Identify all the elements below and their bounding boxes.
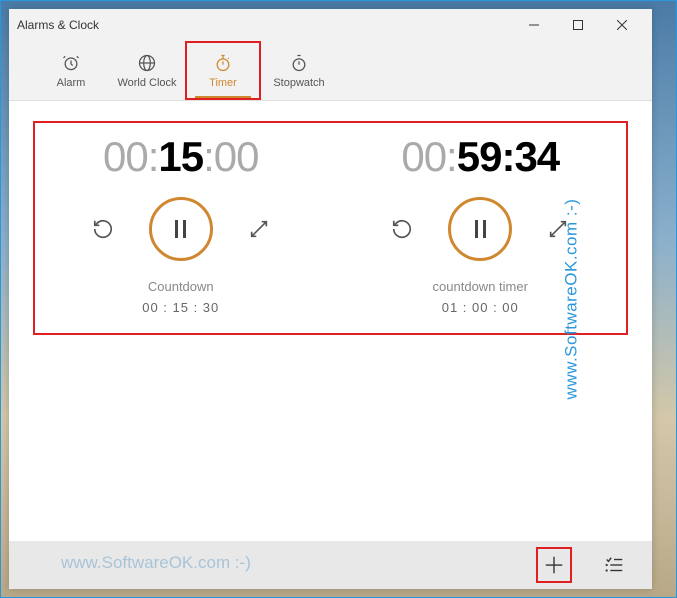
timer-time-display: 00:59:34 <box>401 133 559 181</box>
timer-controls <box>89 197 273 261</box>
time-suffix: :00 <box>203 133 258 180</box>
timer-icon <box>213 53 233 73</box>
app-window: Alarms & Clock Alarm World Clock <box>9 9 652 589</box>
maximize-button[interactable] <box>556 9 600 41</box>
stopwatch-icon <box>289 53 309 73</box>
timer-time-display: 00:15:00 <box>103 133 259 181</box>
select-timers-button[interactable] <box>596 547 632 583</box>
tab-label: World Clock <box>117 77 176 89</box>
titlebar: Alarms & Clock <box>9 9 652 41</box>
plus-icon <box>543 554 565 576</box>
tab-world-clock[interactable]: World Clock <box>109 41 185 100</box>
tab-stopwatch[interactable]: Stopwatch <box>261 41 337 100</box>
reset-icon <box>391 218 413 240</box>
tab-label: Alarm <box>57 77 86 89</box>
pause-button[interactable] <box>448 197 512 261</box>
timer-duration-label: 01 : 00 : 00 <box>442 300 519 315</box>
add-timer-button[interactable] <box>536 547 572 583</box>
reset-button[interactable] <box>89 215 117 243</box>
close-button[interactable] <box>600 9 644 41</box>
content-area: 00:15:00 Countdown 00 : 15 : 30 <box>9 101 652 541</box>
watermark-bottom: www.SoftwareOK.com :-) <box>61 553 251 573</box>
timer-name-label: Countdown <box>148 279 214 294</box>
reset-icon <box>92 218 114 240</box>
pause-icon <box>175 220 186 238</box>
time-prefix: 00: <box>401 133 456 180</box>
timer-controls <box>388 197 572 261</box>
time-main: 59:34 <box>457 133 559 180</box>
pause-icon <box>475 220 486 238</box>
pause-button[interactable] <box>149 197 213 261</box>
minimize-button[interactable] <box>512 9 556 41</box>
expand-button[interactable] <box>245 215 273 243</box>
expand-icon <box>248 218 270 240</box>
titlebar-buttons <box>512 9 644 41</box>
timers-container: 00:15:00 Countdown 00 : 15 : 30 <box>33 121 628 335</box>
time-main: 15 <box>158 133 203 180</box>
timer-name-label: countdown timer <box>433 279 528 294</box>
world-clock-icon <box>137 53 157 73</box>
alarm-icon <box>61 53 81 73</box>
watermark-right: www.SoftwareOK.com :-) <box>562 199 582 400</box>
reset-button[interactable] <box>388 215 416 243</box>
tab-timer[interactable]: Timer <box>185 41 261 100</box>
tab-label: Timer <box>209 77 237 89</box>
tab-alarm[interactable]: Alarm <box>33 41 109 100</box>
time-prefix: 00: <box>103 133 158 180</box>
tab-bar: Alarm World Clock Timer Stopwatch <box>9 41 652 101</box>
list-select-icon <box>603 554 625 576</box>
timer-card: 00:15:00 Countdown 00 : 15 : 30 <box>43 133 319 315</box>
timer-duration-label: 00 : 15 : 30 <box>142 300 219 315</box>
window-title: Alarms & Clock <box>17 18 512 32</box>
tab-label: Stopwatch <box>273 77 324 89</box>
